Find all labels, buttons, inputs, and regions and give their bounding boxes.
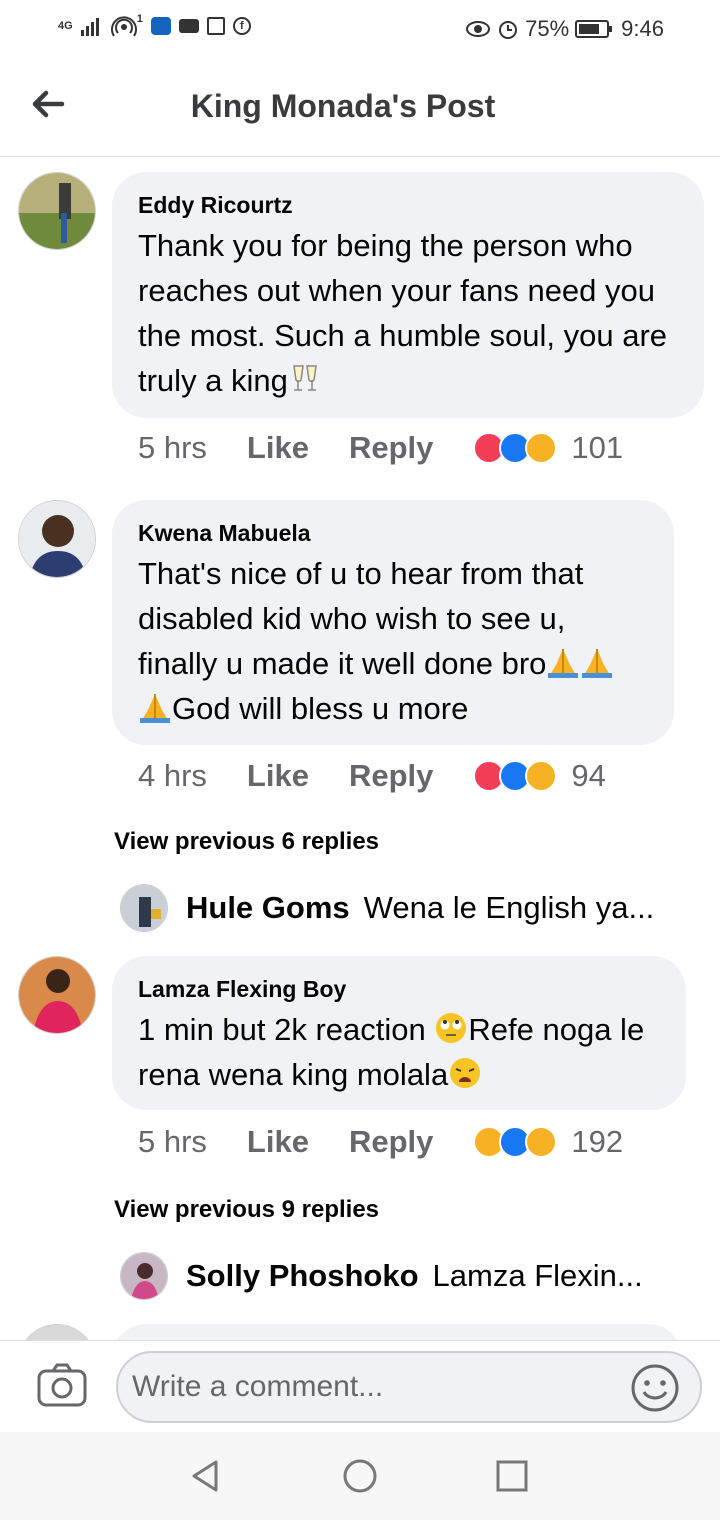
comment-actions: 4 hrs Like Reply 94 bbox=[138, 758, 606, 794]
system-nav-bar bbox=[0, 1432, 720, 1520]
signal-label: 4G bbox=[58, 20, 73, 32]
view-previous-replies[interactable]: View previous 6 replies bbox=[114, 828, 379, 856]
alarm-icon bbox=[499, 21, 518, 39]
reply-author[interactable]: Solly Phoshoko bbox=[186, 1258, 419, 1294]
comment-bubble[interactable] bbox=[112, 1324, 682, 1340]
reply-button[interactable]: Reply bbox=[349, 430, 433, 466]
comment-author[interactable]: Lamza Flexing Boy bbox=[138, 976, 660, 1003]
nav-recents-icon[interactable] bbox=[494, 1458, 530, 1494]
comment-time[interactable]: 4 hrs bbox=[138, 758, 207, 794]
comment-author[interactable]: Eddy Ricourtz bbox=[138, 192, 678, 219]
reaction-count[interactable]: 192 bbox=[571, 1124, 623, 1160]
like-button[interactable]: Like bbox=[247, 430, 309, 466]
avatar[interactable] bbox=[18, 172, 96, 250]
comment-body: That's nice of u to hear from that disab… bbox=[138, 556, 584, 681]
status-bar: 4G 1 f 75% 9:46 bbox=[0, 0, 720, 62]
reply-avatar[interactable] bbox=[120, 884, 168, 932]
latest-reply[interactable]: Hule Goms Wena le English ya... bbox=[120, 884, 700, 932]
reaction-icons[interactable] bbox=[473, 760, 558, 792]
wow-reaction-icon bbox=[525, 1126, 558, 1158]
reply-text: Lamza Flexin... bbox=[432, 1258, 643, 1293]
comment-actions: 5 hrs Like Reply 101 bbox=[138, 430, 623, 466]
shield-app-icon bbox=[150, 17, 171, 35]
notification-badge: 1 bbox=[136, 13, 143, 25]
latest-reply[interactable]: Solly Phoshoko Lamza Flexin... bbox=[120, 1252, 700, 1300]
message-icon bbox=[206, 17, 225, 35]
clinking-glasses-icon bbox=[293, 365, 317, 391]
comment-body-end: God will bless u more bbox=[172, 691, 469, 726]
comment-author[interactable]: Kwena Mabuela bbox=[138, 520, 648, 547]
comment-bubble[interactable]: Lamza Flexing Boy 1 min but 2k reaction … bbox=[112, 956, 686, 1110]
view-previous-replies[interactable]: View previous 9 replies bbox=[114, 1196, 379, 1224]
eye-icon bbox=[466, 21, 491, 37]
wow-reaction-icon bbox=[525, 432, 558, 464]
comment-composer bbox=[0, 1340, 720, 1432]
comment-body: 1 min but 2k reaction bbox=[138, 1012, 426, 1047]
post-header: King Monada's Post bbox=[0, 62, 720, 157]
reply-text: Wena le English ya... bbox=[363, 890, 655, 925]
nav-back-icon[interactable] bbox=[188, 1458, 224, 1494]
folded-hands-icon bbox=[548, 649, 579, 678]
wow-reaction-icon bbox=[525, 760, 558, 792]
comment-text: 1 min but 2k reaction Refe noga le rena … bbox=[138, 1007, 660, 1097]
reply-button[interactable]: Reply bbox=[349, 758, 433, 794]
comment-time[interactable]: 5 hrs bbox=[138, 430, 207, 466]
status-left: 4G 1 f bbox=[58, 14, 251, 38]
avatar[interactable] bbox=[18, 1324, 96, 1340]
battery-icon bbox=[575, 20, 613, 38]
comment-text: Thank you for being the person who reach… bbox=[138, 223, 678, 403]
reply-avatar[interactable] bbox=[120, 1252, 168, 1300]
reaction-count[interactable]: 94 bbox=[571, 758, 605, 794]
battery-percent: 75% bbox=[525, 16, 570, 41]
folded-hands-icon bbox=[582, 649, 613, 678]
comment-actions: 5 hrs Like Reply 192 bbox=[138, 1124, 623, 1160]
smiley-icon[interactable] bbox=[630, 1363, 680, 1413]
facebook-icon: f bbox=[232, 17, 251, 35]
youtube-icon bbox=[178, 19, 199, 33]
reply-button[interactable]: Reply bbox=[349, 1124, 433, 1160]
camera-icon[interactable] bbox=[36, 1361, 88, 1409]
comment-text: That's nice of u to hear from that disab… bbox=[138, 551, 648, 731]
weary-face-icon bbox=[450, 1058, 481, 1088]
comment-body: Thank you for being the person who reach… bbox=[138, 228, 668, 398]
status-right: 75% 9:46 bbox=[465, 16, 664, 42]
comment-bubble[interactable]: Kwena Mabuela That's nice of u to hear f… bbox=[112, 500, 674, 745]
comments-list: Eddy Ricourtz Thank you for being the pe… bbox=[0, 158, 720, 1340]
page-title: King Monada's Post bbox=[190, 88, 496, 124]
reaction-icons[interactable] bbox=[473, 432, 558, 464]
signal-bars-icon bbox=[80, 18, 99, 36]
avatar[interactable] bbox=[18, 956, 96, 1034]
comment-bubble[interactable]: Eddy Ricourtz Thank you for being the pe… bbox=[112, 172, 704, 418]
clock: 9:46 bbox=[621, 16, 664, 41]
comment-input[interactable] bbox=[116, 1351, 702, 1423]
rolling-eyes-icon bbox=[436, 1013, 467, 1043]
reaction-icons[interactable] bbox=[473, 1126, 558, 1158]
avatar[interactable] bbox=[18, 500, 96, 578]
nav-home-icon[interactable] bbox=[342, 1458, 378, 1494]
reaction-count[interactable]: 101 bbox=[571, 430, 623, 466]
like-button[interactable]: Like bbox=[247, 758, 309, 794]
reply-author[interactable]: Hule Goms bbox=[186, 890, 350, 926]
hotspot-icon bbox=[110, 16, 137, 37]
comment-time[interactable]: 5 hrs bbox=[138, 1124, 207, 1160]
folded-hands-icon bbox=[140, 694, 170, 723]
like-button[interactable]: Like bbox=[247, 1124, 309, 1160]
